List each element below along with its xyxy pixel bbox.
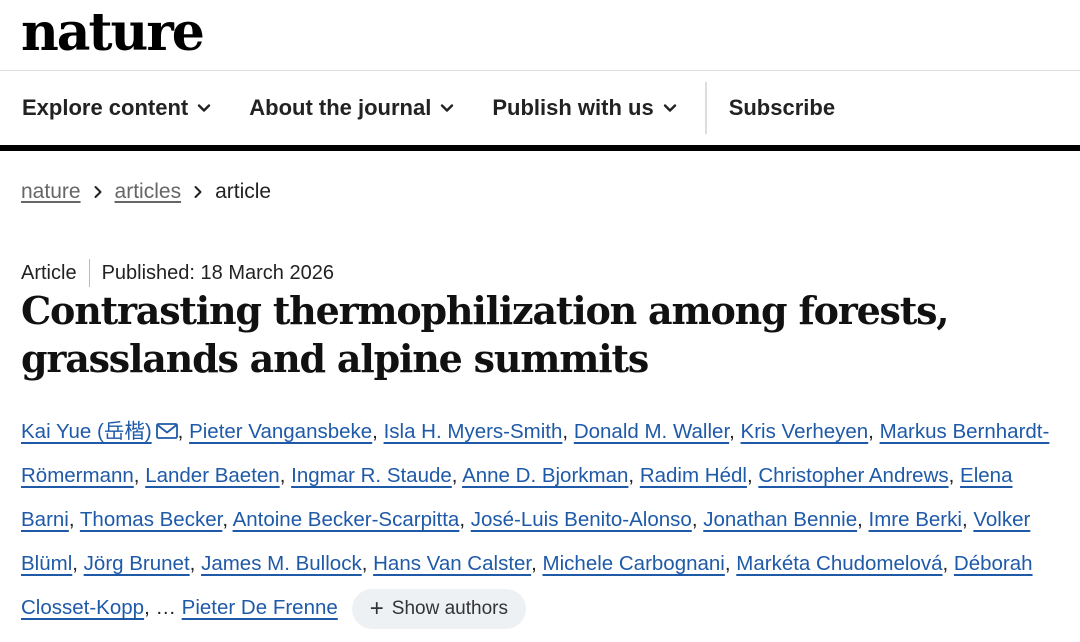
author-link[interactable]: Markéta Chudomelová [736,552,942,575]
author-link[interactable]: Isla H. Myers-Smith [384,420,563,443]
show-authors-label: Show authors [391,597,508,619]
author-link[interactable]: Kris Verheyen [741,420,869,443]
author-link[interactable]: Radim Hédl [640,464,747,487]
author-link[interactable]: Jörg Brunet [84,552,190,575]
nav-about-label: About the journal [249,95,432,120]
author-link[interactable]: Lander Baeten [145,464,280,487]
author-link[interactable]: Pieter Vangansbeke [189,420,372,443]
masthead: nature [0,0,1080,71]
author-link[interactable]: Michele Carbognani [543,552,725,575]
author-link[interactable]: Hans Van Calster [373,552,531,575]
published-date: Published: 18 March 2026 [101,261,334,284]
author-link[interactable]: James M. Bullock [201,552,362,575]
breadcrumb-current: article [215,180,272,203]
nav-publish-label: Publish with us [492,95,654,120]
meta-divider [88,259,90,287]
chevron-down-icon [441,104,454,112]
author-link[interactable]: José-Luis Benito-Alonso [471,508,692,531]
author-link[interactable]: Anne D. Bjorkman [462,464,628,487]
main-nav: Explore content About the journal Publis… [0,71,1080,151]
author-link[interactable]: Antoine Becker-Scarpitta [233,508,460,531]
nav-explore-content[interactable]: Explore content [22,95,211,121]
author-link[interactable]: Thomas Becker [80,508,222,531]
author-link[interactable]: Kai Yue (岳楷) [21,420,152,443]
nav-subscribe[interactable]: Subscribe [729,95,835,121]
author-link-last[interactable]: Pieter De Frenne [182,596,338,619]
author-link[interactable]: Ingmar R. Staude [291,464,452,487]
breadcrumb-nature[interactable]: nature [21,180,81,204]
article-type: Article [21,261,77,284]
author-link[interactable]: Donald M. Waller [574,420,729,443]
nav-publish-with-us[interactable]: Publish with us [492,95,676,121]
author-list: Kai Yue (岳楷), Pieter Vangansbeke, Isla H… [21,410,1066,630]
nature-logo[interactable]: nature [21,2,205,64]
chevron-down-icon [663,104,676,112]
nav-explore-label: Explore content [22,95,189,120]
article-meta: Article Published: 18 March 2026 [21,259,334,287]
author-link[interactable]: Imre Berki [869,508,962,531]
nav-divider [704,82,707,134]
plus-icon: + [369,594,384,622]
breadcrumb-articles[interactable]: articles [115,180,182,204]
chevron-down-icon [198,104,211,112]
author-ellipsis: … [155,596,176,619]
chevron-right-icon [194,186,202,198]
chevron-right-icon [94,186,102,198]
nav-about-journal[interactable]: About the journal [249,95,454,121]
breadcrumb: nature articles article [21,180,271,204]
show-authors-button[interactable]: + Show authors [351,588,526,629]
author-link[interactable]: Christopher Andrews [758,464,948,487]
article-title: Contrasting thermophilization among fore… [21,288,950,381]
mail-icon[interactable] [155,423,178,439]
author-link[interactable]: Jonathan Bennie [703,508,857,531]
